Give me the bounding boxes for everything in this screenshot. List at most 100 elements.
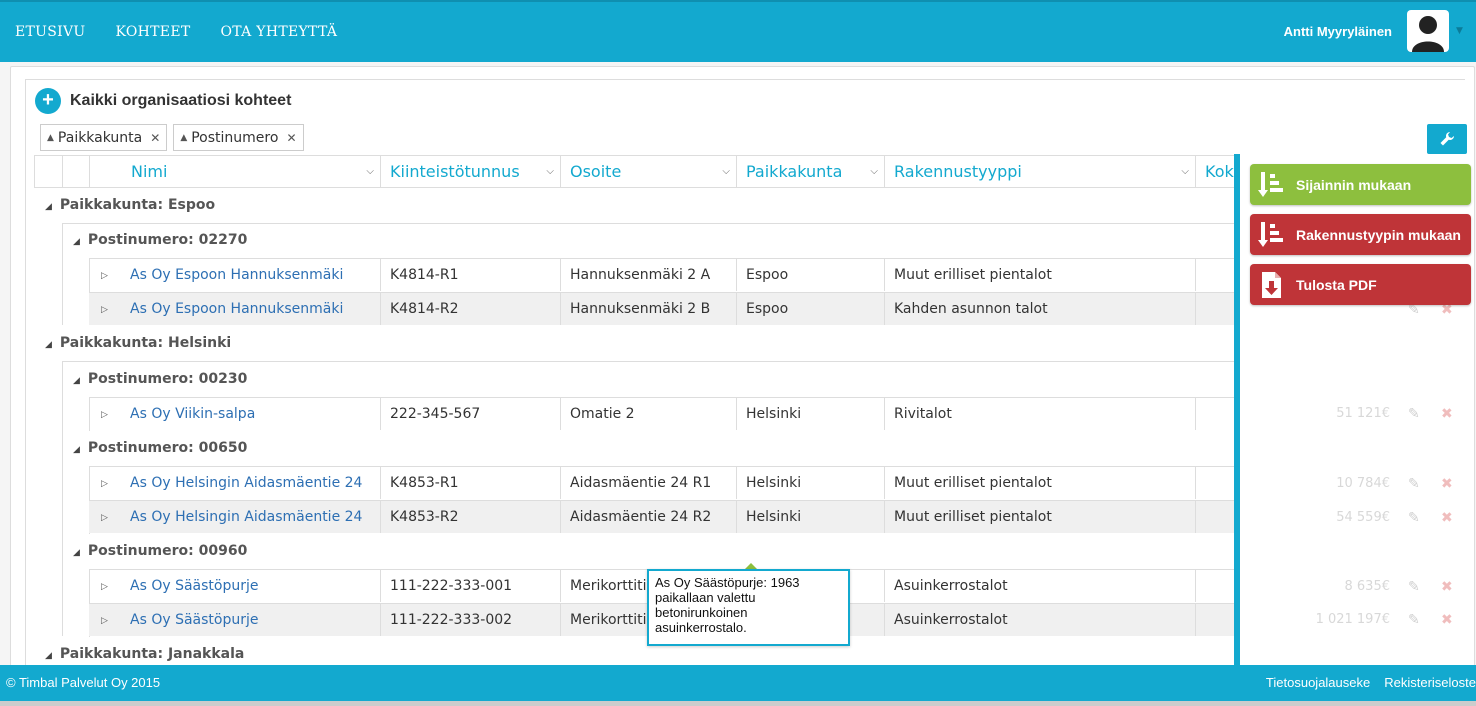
collapse-triangle-icon[interactable]: ◢ [45,340,52,350]
cell-name[interactable]: As Oy Helsingin Aidasmäentie 24 [121,467,381,499]
collapse-triangle-icon[interactable]: ◢ [45,651,52,661]
print-pdf-button[interactable]: Tulosta PDF [1250,264,1471,305]
edit-pencil-icon[interactable]: ✎ [1408,406,1420,422]
cell-name[interactable]: As Oy Säästöpurje [121,570,381,602]
delete-icon[interactable]: ✖ [1441,510,1453,526]
expand-row-icon[interactable]: ▷ [101,467,108,501]
sort-by-building-type-button[interactable]: Rakennustyypin mukaan [1250,214,1471,255]
chevron-down-icon[interactable]: ⌵ [870,156,878,188]
column-label: Kok [1205,162,1234,181]
group-chip-postinumero[interactable]: ▲ Postinumero ✕ [173,124,304,151]
footer: © Timbal Palvelut Oy 2015 Tietosuojalaus… [0,665,1476,701]
column-header-osoite[interactable]: Osoite ⌵ [560,156,736,188]
cell-name[interactable]: As Oy Espoon Hannuksenmäki [121,259,381,291]
row-value: 8 635€ [1344,579,1391,594]
edit-pencil-icon[interactable]: ✎ [1408,476,1420,492]
cell-type: Asuinkerrostalot [884,570,1195,602]
cell-id: K4814-R2 [380,293,560,325]
subgroup-header-00960[interactable]: ◢ Postinumero: 00960 [73,543,247,559]
register-link[interactable]: Rekisteriseloste [1384,675,1476,690]
cell-value-empty [1195,570,1234,602]
column-header-paikkakunta[interactable]: Paikkakunta ⌵ [736,156,884,188]
avatar[interactable] [1407,10,1449,52]
chevron-down-icon[interactable]: ⌵ [1181,156,1189,188]
cell-id: 111-222-333-001 [380,570,560,602]
sort-desc-icon [1258,221,1283,247]
chevron-down-icon[interactable]: ⌵ [366,156,374,188]
column-header-kiinteistotunnus[interactable]: Kiinteistötunnus ⌵ [380,156,560,188]
expand-row-icon[interactable]: ▷ [101,570,108,604]
cell-address: Aidasmäentie 24 R1 [560,467,736,499]
delete-icon[interactable]: ✖ [1441,406,1453,422]
top-navbar: ETUSIVU KOHTEET OTA YHTEYTTÄ Antti Myyry… [0,0,1476,62]
divider [62,223,63,325]
column-header-nimi[interactable]: Nimi ⌵ [89,156,380,188]
group-chip-paikkakunta[interactable]: ▲ Paikkakunta ✕ [40,124,168,151]
chevron-down-icon[interactable]: ⌵ [722,156,730,188]
subgroup-label: Postinumero: 00960 [87,543,248,559]
settings-button[interactable] [1427,124,1467,154]
cell-type: Muut erilliset pientalot [884,467,1195,499]
cell-address: Omatie 2 [560,398,736,430]
nav-ota-yhteytta[interactable]: OTA YHTEYTTÄ [206,24,353,40]
edit-pencil-icon[interactable]: ✎ [1408,612,1420,628]
group-header-espoo[interactable]: ◢ Paikkakunta: Espoo [45,197,215,213]
header-group-col-2 [62,156,89,188]
table-row[interactable]: ▷ As Oy Espoon Hannuksenmäki K4814-R1 Ha… [89,258,1234,291]
cell-id: K4814-R1 [380,259,560,291]
expand-row-icon[interactable]: ▷ [101,398,108,432]
expand-row-icon[interactable]: ▷ [101,293,108,327]
button-label: Rakennustyypin mukaan [1296,226,1461,243]
subgroup-header-00650[interactable]: ◢ Postinumero: 00650 [73,440,247,456]
column-header-rakennustyyppi[interactable]: Rakennustyyppi ⌵ [884,156,1195,188]
group-header-helsinki[interactable]: ◢ Paikkakunta: Helsinki [45,335,231,351]
cell-city: Espoo [736,293,884,325]
sort-by-location-button[interactable]: Sijainnin mukaan [1250,164,1471,205]
cell-name[interactable]: As Oy Helsingin Aidasmäentie 24 [121,501,381,533]
group-header-janakkala[interactable]: ◢ Paikkakunta: Janakkala [45,646,244,662]
cell-id: K4853-R2 [380,501,560,533]
expand-row-icon[interactable]: ▷ [101,259,108,293]
privacy-link[interactable]: Tietosuojalauseke [1266,675,1370,690]
cell-value-empty [1195,501,1234,533]
delete-icon[interactable]: ✖ [1441,476,1453,492]
edit-pencil-icon[interactable]: ✎ [1408,510,1420,526]
collapse-triangle-icon[interactable]: ◢ [73,445,80,455]
expand-row-icon[interactable]: ▷ [101,604,108,638]
edit-pencil-icon[interactable]: ✎ [1408,579,1420,595]
nav-kohteet[interactable]: KOHTEET [101,24,206,40]
chevron-down-icon[interactable]: ⌵ [546,156,554,188]
row-value: 51 121€ [1336,406,1390,421]
group-label: Paikkakunta: Espoo [59,197,216,213]
collapse-triangle-icon[interactable]: ◢ [45,202,52,212]
remove-group-icon[interactable]: ✕ [150,131,160,145]
delete-icon[interactable]: ✖ [1441,612,1453,628]
cell-name[interactable]: As Oy Viikin-salpa [121,398,381,430]
collapse-triangle-icon[interactable]: ◢ [73,548,80,558]
nav-etusivu[interactable]: ETUSIVU [0,24,101,40]
cell-name[interactable]: As Oy Säästöpurje [121,604,381,636]
cell-name[interactable]: As Oy Espoon Hannuksenmäki [121,293,381,325]
table-row[interactable]: ▷ As Oy Helsingin Aidasmäentie 24 K4853-… [89,500,1234,533]
cell-type: Rivitalot [884,398,1195,430]
remove-group-icon[interactable]: ✕ [286,131,296,145]
action-drawer-edge[interactable] [1234,154,1240,666]
collapse-triangle-icon[interactable]: ◢ [73,237,80,247]
user-menu-caret-icon[interactable]: ▼ [1456,26,1463,36]
subgroup-header-00230[interactable]: ◢ Postinumero: 00230 [73,371,247,387]
delete-icon[interactable]: ✖ [1441,579,1453,595]
table-row[interactable]: ▷ As Oy Espoon Hannuksenmäki K4814-R2 Ha… [89,292,1234,325]
user-name[interactable]: Antti Myyryläinen [1284,24,1392,39]
table-row[interactable]: ▷ As Oy Helsingin Aidasmäentie 24 K4853-… [89,466,1234,499]
cell-address: Hannuksenmäki 2 B [560,293,736,325]
cell-city: Helsinki [736,467,884,499]
add-property-button[interactable]: + [35,88,61,114]
wrench-icon [1440,131,1454,146]
table-row[interactable]: ▷ As Oy Viikin-salpa 222-345-567 Omatie … [89,397,1234,430]
cell-id: 222-345-567 [380,398,560,430]
cell-value [1195,293,1234,325]
subgroup-header-02270[interactable]: ◢ Postinumero: 02270 [73,232,247,248]
collapse-triangle-icon[interactable]: ◢ [73,376,80,386]
expand-row-icon[interactable]: ▷ [101,501,108,535]
column-label: Kiinteistötunnus [390,162,520,181]
